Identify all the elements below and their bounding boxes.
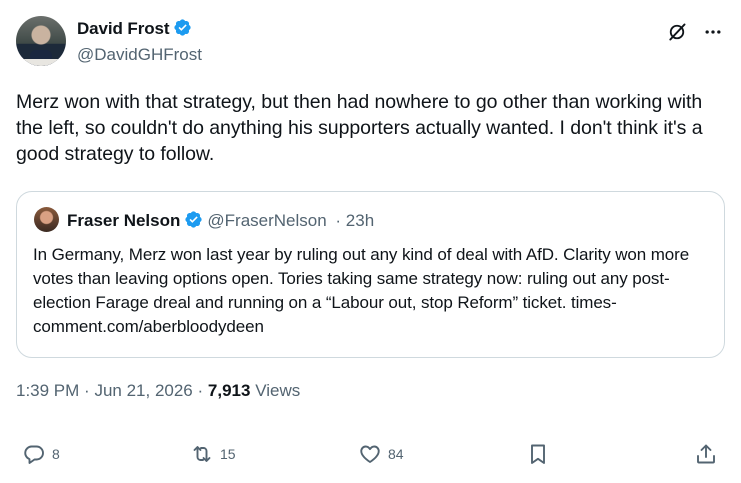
like-button[interactable]: 84 [358, 436, 404, 472]
views-count: 7,913 [207, 381, 251, 400]
quote-verified-badge-icon [185, 211, 203, 228]
more-icon[interactable] [702, 22, 724, 42]
repost-count: 15 [220, 446, 236, 462]
reply-button[interactable]: 8 [22, 436, 60, 472]
quote-author-name[interactable]: Fraser Nelson [67, 211, 180, 230]
reply-icon [24, 445, 44, 464]
tweet-meta: 1:39 PM · Jun 21, 2026 · 7,913 Views [16, 381, 300, 401]
repost-button[interactable]: 15 [190, 436, 236, 472]
grok-icon[interactable] [667, 22, 687, 42]
share-button[interactable] [694, 436, 718, 472]
quote-header: Fraser Nelson @FraserNelson · 23h [67, 210, 374, 231]
tweet-time[interactable]: 1:39 PM [16, 381, 79, 400]
reply-count: 8 [52, 446, 60, 462]
avatar-desk [20, 59, 62, 66]
tweet-text: Merz won with that strategy, but then ha… [16, 91, 703, 165]
author-name[interactable]: David Frost [77, 19, 170, 38]
views-label: Views [255, 381, 301, 400]
bookmark-icon [531, 444, 545, 464]
author-handle[interactable]: @DavidGHFrost [77, 45, 202, 65]
meta-separator: · [197, 381, 204, 400]
quote-author-handle[interactable]: @FraserNelson [207, 211, 326, 230]
repost-icon [193, 446, 211, 462]
verified-badge-icon [174, 19, 192, 36]
like-count: 84 [388, 446, 404, 462]
share-icon [697, 444, 715, 464]
author-avatar[interactable] [16, 16, 66, 66]
tweet-date[interactable]: Jun 21, 2026 [94, 381, 192, 400]
quote-time[interactable]: · 23h [335, 211, 374, 230]
like-icon [360, 445, 380, 463]
author-name-row[interactable]: David Frost [77, 18, 192, 39]
meta-separator: · [84, 381, 90, 400]
bookmark-button[interactable] [526, 436, 550, 472]
action-bar: 8 15 84 [0, 436, 741, 472]
quote-author-avatar[interactable] [34, 207, 59, 232]
quoted-tweet[interactable]: Fraser Nelson @FraserNelson · 23h In Ger… [16, 191, 725, 358]
quote-text: In Germany, Merz won last year by ruling… [33, 245, 690, 336]
